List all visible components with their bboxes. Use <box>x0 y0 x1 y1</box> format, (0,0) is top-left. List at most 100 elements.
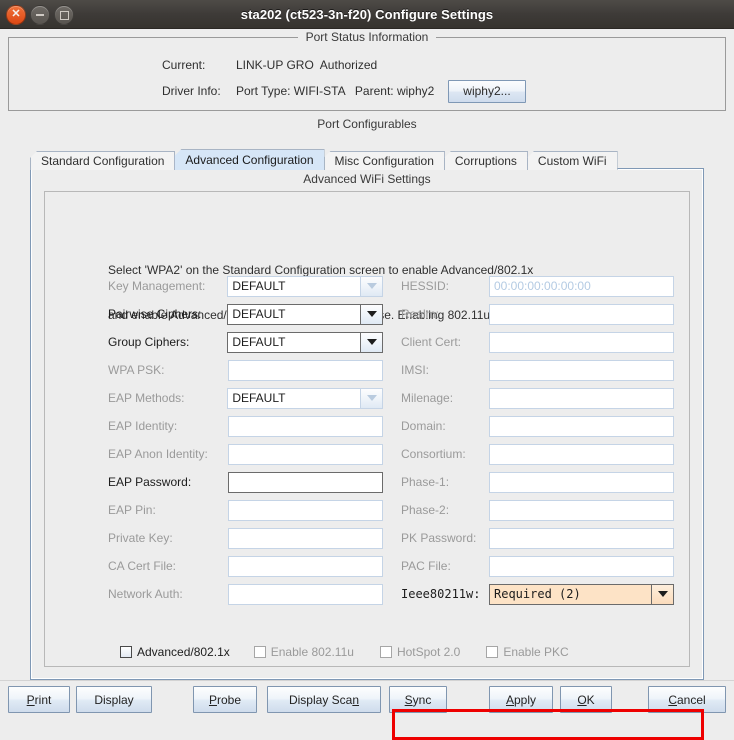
cancel-button[interactable]: Cancel <box>648 686 726 713</box>
form-cell-left: EAP Password: <box>31 471 383 493</box>
form-row: Network Auth: Ieee80211w: Required (2) <box>31 580 703 608</box>
tab-corruptions[interactable]: Corruptions <box>443 151 528 170</box>
form-cell-right: Phase-1: <box>386 471 678 493</box>
tab-custom-wifi[interactable]: Custom WiFi <box>526 151 618 170</box>
input-pk-password[interactable] <box>489 527 674 549</box>
checkbox-box-icon <box>379 646 392 658</box>
form-cell-right: Consortium: <box>386 443 678 465</box>
status-value-current: LINK-UP GRO Authorized <box>236 58 378 72</box>
form-cell-left: EAP Pin: <box>31 499 383 521</box>
label-ieee80211w: Ieee80211w: <box>401 587 481 601</box>
close-icon[interactable]: ✕ <box>6 5 26 25</box>
form-row: EAP Pin: Phase-2: <box>31 496 703 524</box>
input-phase-2[interactable] <box>489 499 674 521</box>
input-phase-1[interactable] <box>489 471 674 493</box>
input-eap-password[interactable] <box>227 471 383 493</box>
tab-standard-configuration[interactable]: Standard Configuration <box>30 151 176 170</box>
checkbox-label: HotSpot 2.0 <box>396 645 461 659</box>
combo-group-ciphers[interactable]: DEFAULT <box>227 331 383 353</box>
apply-button[interactable]: Apply <box>489 686 553 713</box>
form-row: EAP Anon Identity: Consortium: <box>31 440 703 468</box>
input-pac-file[interactable] <box>489 555 674 577</box>
input-hessid[interactable]: 00:00:00:00:00:00 <box>489 275 674 297</box>
field-text: Required (2) <box>494 587 581 601</box>
print-button[interactable]: Print <box>8 686 70 713</box>
checkbox-enable-80211u[interactable]: Enable 802.11u <box>253 645 354 659</box>
combo-eap-methods[interactable]: DEFAULT <box>227 387 383 409</box>
input-milenage[interactable] <box>489 387 674 409</box>
tab-label: Misc Configuration <box>334 154 434 168</box>
input-private-key[interactable] <box>227 527 383 549</box>
form-cell-right: Milenage: <box>386 387 678 409</box>
form-cell-left: Pairwise Ciphers: DEFAULT <box>31 303 383 325</box>
form-cell-left: EAP Anon Identity: <box>31 443 383 465</box>
form-row: EAP Methods: DEFAULT Milenage: <box>31 384 703 412</box>
label-consortium: Consortium: <box>401 447 466 461</box>
port-status-rows: Current: LINK-UP GRO Authorized Driver I… <box>9 38 725 103</box>
form-cell-right: IMSI: <box>386 359 678 381</box>
form-cell-left: EAP Methods: DEFAULT <box>31 387 383 409</box>
port-configurables-group-title: Port Configurables <box>8 117 726 131</box>
label-hessid: HESSID: <box>401 279 450 293</box>
chevron-down-icon[interactable] <box>360 388 383 408</box>
combo-pairwise-ciphers[interactable]: DEFAULT <box>227 303 383 325</box>
input-wpa-psk[interactable] <box>227 359 383 381</box>
combo-key-management[interactable]: DEFAULT <box>227 275 383 297</box>
display-scan-button[interactable]: Display Sca n <box>267 686 381 713</box>
maximize-icon[interactable] <box>54 5 74 25</box>
form-cell-right: PK Password: <box>386 527 678 549</box>
checkbox-enable-pkc[interactable]: Enable PKC <box>486 645 569 659</box>
minimize-icon[interactable] <box>30 5 50 25</box>
label-eap-password: EAP Password: <box>108 475 192 489</box>
input-eap-pin[interactable] <box>227 499 383 521</box>
display-button[interactable]: Display <box>76 686 152 713</box>
field-text: 00:00:00:00:00:00 <box>494 279 591 293</box>
input-eap-identity[interactable] <box>227 415 383 437</box>
form-cell-left: Network Auth: <box>31 583 383 605</box>
form-row: WPA PSK: IMSI: <box>31 356 703 384</box>
chevron-down-icon[interactable] <box>360 304 383 324</box>
form-row: Key Management: DEFAULT HESSID: 00:00:00:00… <box>31 272 703 300</box>
input-consortium[interactable] <box>489 443 674 465</box>
input-realm[interactable] <box>489 303 674 325</box>
label-eap-identity: EAP Identity: <box>108 419 178 433</box>
label-phase-1: Phase-1: <box>401 475 450 489</box>
tabstrip: Standard Configuration Advanced Configur… <box>30 149 618 170</box>
sync-button[interactable]: Sync <box>389 686 447 713</box>
form-row: Private Key: PK Password: <box>31 524 703 552</box>
form-cell-left: WPA PSK: <box>31 359 383 381</box>
form-row: CA Cert File: PAC File: <box>31 552 703 580</box>
port-status-group-title: Port Status Information <box>9 30 725 44</box>
ok-button[interactable]: OK <box>560 686 612 713</box>
label-realm: Realm: <box>401 307 440 321</box>
label-network-auth: Network Auth: <box>108 587 183 601</box>
wiphy-button[interactable]: wiphy2... <box>448 79 526 103</box>
status-label-driver-info: Driver Info: <box>162 84 221 98</box>
label-pk-password: PK Password: <box>401 531 477 545</box>
form-cell-left: Private Key: <box>31 527 383 549</box>
probe-button[interactable]: Probe <box>193 686 257 713</box>
form-row: Group Ciphers: DEFAULT Client Cert: <box>31 328 703 356</box>
input-client-cert[interactable] <box>489 331 674 353</box>
tab-advanced-configuration[interactable]: Advanced Configuration <box>174 149 325 170</box>
checkbox-advanced-8021x[interactable]: Advanced/802.1x <box>120 645 230 659</box>
label-client-cert: Client Cert: <box>401 335 462 349</box>
label-eap-methods: EAP Methods: <box>108 391 185 405</box>
chevron-down-icon[interactable] <box>360 276 383 296</box>
chevron-down-icon[interactable] <box>360 332 383 352</box>
checkbox-hotspot-20[interactable]: HotSpot 2.0 <box>379 645 461 659</box>
checkbox-box-icon <box>486 646 499 658</box>
advanced-configuration-panel: Advanced WiFi Settings Select 'WPA2' on … <box>30 168 704 740</box>
tab-misc-configuration[interactable]: Misc Configuration <box>323 151 445 170</box>
window-titlebar: ✕ sta202 (ct523-3n-f20) Configure Settin… <box>0 0 734 29</box>
input-domain[interactable] <box>489 415 674 437</box>
input-network-auth[interactable] <box>227 583 383 605</box>
status-label-current: Current: <box>162 58 206 72</box>
input-ca-cert-file[interactable] <box>227 555 383 577</box>
input-imsi[interactable] <box>489 359 674 381</box>
input-eap-anon-identity[interactable] <box>227 443 383 465</box>
checkbox-row: Advanced/802.1x Enable 802.11u HotSpot 2… <box>31 645 569 659</box>
checkbox-label: Enable PKC <box>503 645 569 659</box>
chevron-down-icon[interactable] <box>651 584 673 604</box>
combo-ieee80211w[interactable]: Required (2) <box>489 583 674 605</box>
